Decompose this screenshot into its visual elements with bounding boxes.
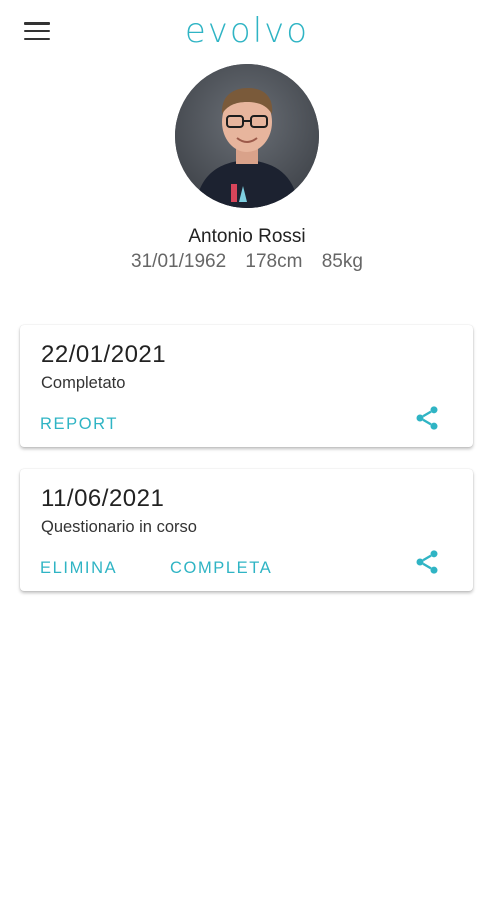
hamburger-menu-icon[interactable] bbox=[24, 20, 50, 42]
profile-details: 31/01/1962 178cm 85kg bbox=[0, 251, 494, 273]
assessment-card: 22/01/2021 Completato REPORT bbox=[20, 325, 473, 447]
avatar bbox=[175, 64, 319, 208]
card-date: 11/06/2021 bbox=[41, 485, 165, 512]
app-logo: evolvo bbox=[184, 11, 310, 51]
menu-line bbox=[24, 22, 50, 25]
menu-line bbox=[24, 29, 50, 33]
share-icon[interactable] bbox=[413, 404, 441, 432]
delete-button[interactable]: ELIMINA bbox=[40, 559, 117, 578]
assessment-card: 11/06/2021 Questionario in corso ELIMINA… bbox=[20, 469, 473, 591]
height-value: 178cm bbox=[245, 251, 303, 272]
card-status: Questionario in corso bbox=[41, 518, 197, 536]
profile-name: Antonio Rossi bbox=[188, 226, 306, 247]
profile-photo bbox=[175, 64, 319, 208]
card-status: Completato bbox=[41, 374, 126, 392]
weight-value: 85kg bbox=[321, 251, 363, 272]
report-button[interactable]: REPORT bbox=[40, 415, 118, 434]
menu-line bbox=[24, 37, 50, 40]
birth-date: 31/01/1962 bbox=[131, 251, 227, 272]
share-icon[interactable] bbox=[413, 548, 441, 576]
card-date: 22/01/2021 bbox=[41, 341, 167, 368]
complete-button[interactable]: COMPLETA bbox=[170, 559, 272, 578]
